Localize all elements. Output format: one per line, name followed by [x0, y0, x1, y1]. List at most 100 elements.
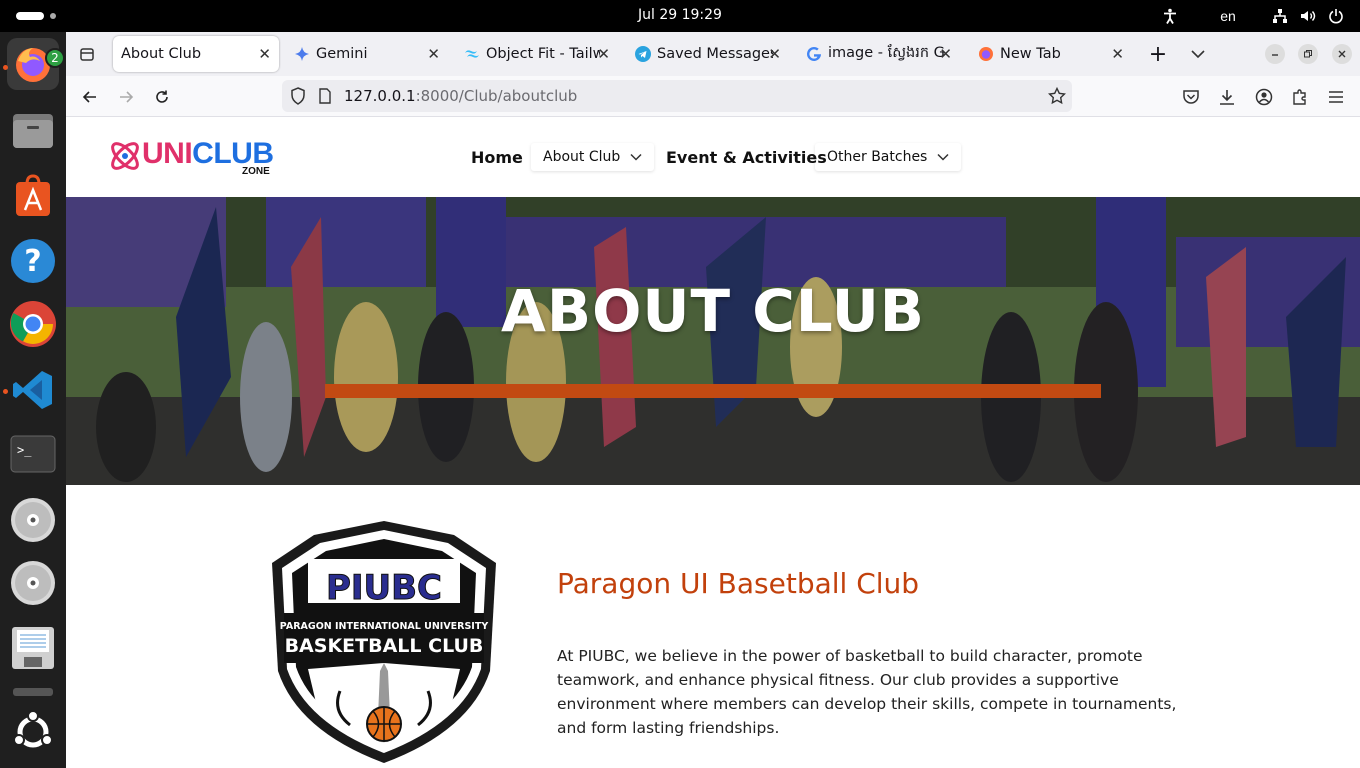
tab-new-tab[interactable]: New Tab ✕	[972, 36, 1132, 72]
web-page: UNICLUB ZONE Home About Club Event & Act…	[66, 117, 1360, 768]
tab-title: Saved Messages	[657, 46, 773, 62]
nav-other-batches[interactable]: Other Batches	[815, 117, 961, 197]
system-top-bar: Jul 29 19:29 en	[0, 0, 1360, 32]
tab-bar: About Club ✕ Gemini ✕ Object Fit - Tailw…	[66, 32, 1360, 76]
close-icon[interactable]: ✕	[597, 45, 610, 63]
close-icon[interactable]: ✕	[768, 45, 781, 63]
nav-other-batches-dropdown[interactable]: Other Batches	[815, 143, 961, 171]
close-icon[interactable]: ✕	[939, 45, 952, 63]
tab-overview-icon	[80, 48, 94, 61]
dock-terminal[interactable]: >_	[7, 428, 59, 480]
running-indicator	[3, 65, 8, 70]
pocket-button[interactable]	[1178, 84, 1204, 110]
close-icon[interactable]: ✕	[258, 45, 271, 63]
accessibility-icon[interactable]	[1160, 6, 1180, 26]
close-window-button[interactable]	[1332, 44, 1352, 64]
help-icon: ?	[11, 239, 55, 283]
telegram-icon	[635, 46, 651, 62]
close-icon[interactable]: ✕	[427, 45, 440, 63]
minimize-icon	[1272, 54, 1278, 56]
arrow-left-icon	[82, 91, 96, 103]
extensions-button[interactable]	[1287, 84, 1313, 110]
reload-button[interactable]	[149, 84, 175, 110]
dock-disc-1[interactable]	[7, 494, 59, 546]
forward-button[interactable]	[113, 84, 139, 110]
download-icon	[1220, 90, 1234, 105]
nav-about-club-dropdown[interactable]: About Club	[531, 143, 654, 171]
emblem-sub-text: PARAGON INTERNATIONAL UNIVERSITY	[280, 621, 489, 632]
shield-icon[interactable]	[290, 87, 306, 110]
tab-telegram[interactable]: Saved Messages ✕	[629, 36, 789, 72]
hero-accent-bar	[325, 384, 1101, 398]
club-emblem: PIUBC PARAGON INTERNATIONAL UNIVERSITY B…	[270, 521, 498, 765]
restore-icon	[1304, 50, 1312, 58]
minimize-button[interactable]	[1265, 44, 1285, 64]
chevron-down-icon	[1191, 50, 1205, 59]
dock-firefox[interactable]: 2	[7, 38, 65, 90]
clock[interactable]: Jul 29 19:29	[0, 7, 1360, 23]
plus-icon: +	[1148, 41, 1168, 67]
about-paragraph: At PIUBC, we believe in the power of bas…	[557, 647, 1177, 737]
language-indicator[interactable]: en	[1214, 6, 1242, 26]
tab-title: Gemini	[316, 46, 368, 62]
navigation-toolbar: 127.0.0.1:8000/Club/aboutclub	[66, 76, 1360, 117]
app-center-icon	[16, 174, 50, 216]
volume-icon[interactable]	[1298, 6, 1318, 26]
url-bar[interactable]: 127.0.0.1:8000/Club/aboutclub	[282, 80, 1072, 112]
network-icon[interactable]	[1270, 6, 1290, 26]
url-text: 127.0.0.1:8000/Club/aboutclub	[344, 87, 577, 105]
chrome-icon	[10, 301, 56, 347]
tab-about-club[interactable]: About Club ✕	[113, 36, 279, 72]
files-icon	[13, 114, 53, 148]
back-button[interactable]	[77, 84, 103, 110]
tab-title: image - ស្វែងរក Go	[828, 44, 944, 61]
bookmark-star-icon[interactable]	[1047, 86, 1067, 110]
firefox-icon	[978, 46, 994, 62]
site-logo[interactable]: UNICLUB ZONE	[106, 135, 276, 181]
downloads-button[interactable]	[1214, 84, 1240, 110]
app-menu-button[interactable]	[1323, 84, 1349, 110]
new-tab-button[interactable]: +	[1145, 36, 1171, 72]
dock-save-disk[interactable]	[7, 622, 59, 674]
account-button[interactable]	[1251, 84, 1277, 110]
save-disk-icon	[12, 627, 54, 669]
dock-vscode[interactable]	[7, 364, 59, 416]
list-tabs-button[interactable]	[1185, 36, 1211, 72]
nav-events[interactable]: Event & Activities	[666, 117, 827, 197]
power-icon[interactable]	[1326, 6, 1346, 26]
tab-google[interactable]: image - ស្វែងរក Go ✕	[800, 36, 960, 72]
site-header: UNICLUB ZONE Home About Club Event & Act…	[66, 117, 1360, 197]
chevron-down-icon	[937, 153, 949, 161]
hero-title: ABOUT CLUB	[500, 277, 925, 345]
restore-button[interactable]	[1298, 44, 1318, 64]
page-info-icon[interactable]	[318, 88, 332, 109]
dock-help[interactable]: ?	[7, 235, 59, 287]
nav-home[interactable]: Home	[471, 117, 523, 197]
reload-icon	[156, 90, 168, 103]
vscode-icon	[13, 371, 52, 409]
account-icon	[1255, 88, 1273, 106]
tab-tailwind[interactable]: Object Fit - Tailwi ✕	[458, 36, 618, 72]
ubuntu-icon	[13, 711, 53, 748]
nav-about-club[interactable]: About Club	[531, 117, 654, 197]
pocket-icon	[1183, 90, 1199, 104]
dock-show-apps[interactable]	[7, 706, 59, 758]
nav-about-label: About Club	[543, 149, 621, 165]
dock-scroll-indicator	[13, 688, 53, 696]
logo-zone: ZONE	[242, 166, 270, 177]
url-path: :8000/Club/aboutclub	[415, 87, 578, 105]
dock-app-center[interactable]	[7, 170, 59, 222]
about-heading: Paragon UI Basetball Club	[557, 567, 920, 600]
close-icon[interactable]: ✕	[1111, 45, 1124, 63]
chevron-down-icon	[630, 153, 642, 161]
tab-gemini[interactable]: Gemini ✕	[288, 36, 448, 72]
dock: 2 ? >_	[0, 32, 66, 768]
disc-icon	[11, 498, 55, 542]
tab-title: About Club	[121, 46, 202, 62]
tab-overview-button[interactable]	[74, 36, 100, 72]
dock-chrome[interactable]	[7, 298, 59, 350]
dock-disc-2[interactable]	[7, 557, 59, 609]
disc-icon	[11, 561, 55, 605]
dock-files[interactable]	[7, 104, 59, 156]
terminal-icon: >_	[10, 435, 56, 473]
